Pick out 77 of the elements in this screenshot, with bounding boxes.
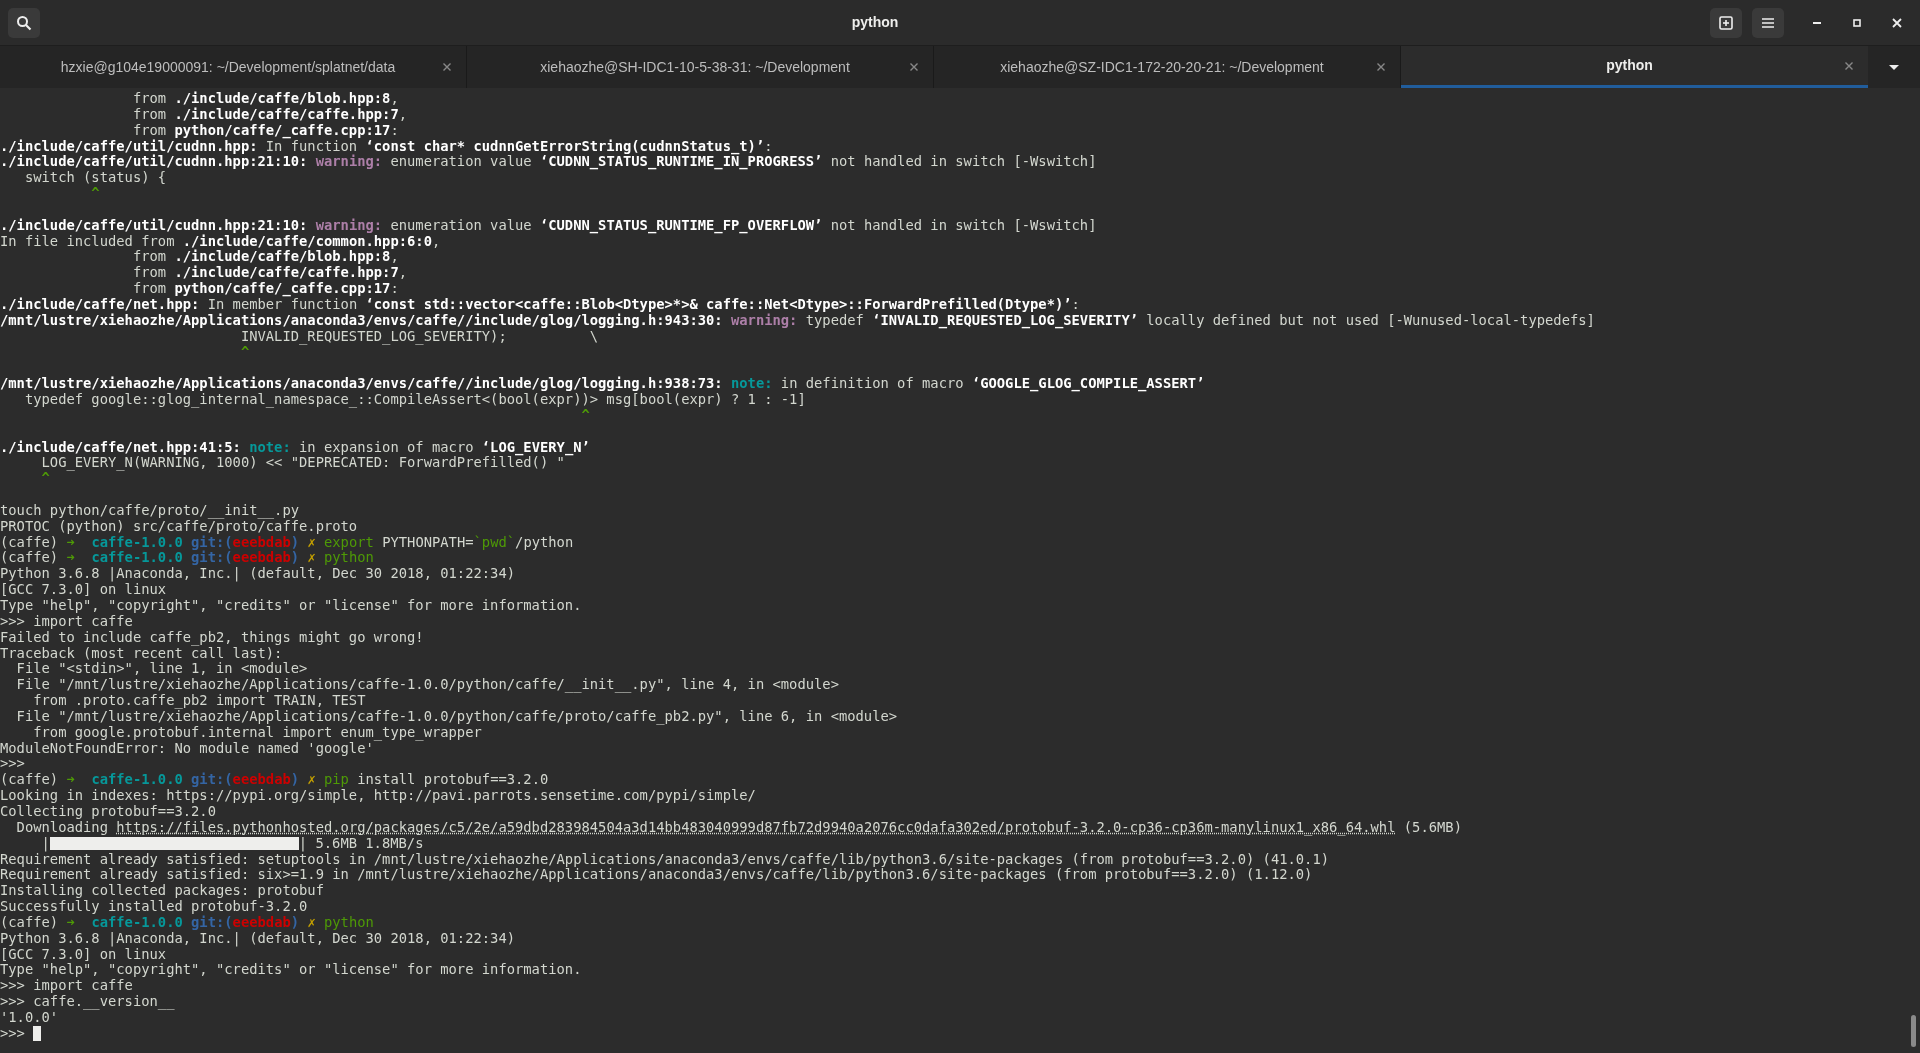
terminal-tab[interactable]: hzxie@g104e19000091: ~/Development/splatnet/data bbox=[0, 46, 467, 88]
terminal-line: ModuleNotFoundError: No module named 'google' bbox=[0, 740, 374, 757]
terminal-line: Failed to include caffe_pb2, things might go wrong! bbox=[0, 629, 424, 646]
terminal-line: Traceback (most recent call last): bbox=[0, 645, 283, 662]
terminal-line: Python 3.6.8 |Anaconda, Inc.| (default, Dec 30 2018, 01:22:34) bbox=[0, 930, 515, 947]
new-tab-icon bbox=[1718, 14, 1734, 31]
terminal-line: [GCC 7.3.0] on linux bbox=[0, 946, 167, 963]
terminal-text: | 5.6MB 1.8MB/s bbox=[298, 835, 424, 852]
terminal-line: Looking in indexes: https://pypi.org/simple, http://pavi.parrots.sensetime.com/pypi/simple/ bbox=[0, 788, 756, 804]
terminal-line: from .proto.caffe_pb2 import TRAIN, TEST bbox=[32, 693, 366, 709]
terminal-line: Python 3.6.8 |Anaconda, Inc.| (default, Dec 30 2018, 01:22:34) bbox=[0, 566, 515, 583]
terminal-line: Downloading https://files.pythonhosted.org/packages/c5/2e/a59dbd283984504a3d14bb483040999d87fb72d9940a2076cc0dafa302ed/protobuf-3.2.0-cp36-cp36m-manylinux1_x86_64.whl (5.6MB) bbox=[16, 819, 1462, 836]
terminal-line: touch python/caffe/proto/__init__.py bbox=[0, 502, 300, 519]
new-tab-button[interactable] bbox=[1710, 7, 1742, 38]
terminal-line: from python/caffe/_caffe.cpp:17: bbox=[131, 122, 399, 139]
terminal-line: /mnt/lustre/xiehaozhe/Applications/anaconda3/envs/caffe//include/glog/logging.h:938:73: note: in definition of macro ‘GOOGLE_GLOG_COMPILE_ASSERT’ bbox=[0, 376, 1205, 393]
terminal-line: ./include/caffe/util/cudnn.hpp:21:10: warning: enumeration value ‘CUDNN_STATUS_RUNTIME_IN_PROGRESS’ not handled in switch [-Wswitch] bbox=[0, 154, 1097, 171]
terminal-line: from python/caffe/_caffe.cpp:17: bbox=[131, 281, 399, 297]
terminal-line: In file included from ./include/caffe/common.hpp:6:0, bbox=[0, 233, 441, 250]
terminal-line: /mnt/lustre/xiehaozhe/Applications/anaconda3/envs/caffe//include/glog/logging.h:943:30: warning: typedef ‘INVALID_REQUESTED_LOG_SEVERITY’ locally defined but not used [-Wunused-local-typedefs] bbox=[0, 312, 1595, 329]
terminal-line: File "/mnt/lustre/xiehaozhe/Applications/caffe-1.0.0/python/caffe/__init__.py", line 4, in <module> bbox=[15, 677, 839, 694]
terminal-line: ./include/caffe/util/cudnn.hpp: In function ‘const char* cudnnGetErrorString(cudnnStatus_t)’: bbox=[0, 138, 773, 155]
terminal-line: ^ bbox=[239, 344, 250, 361]
terminal-line: from ./include/caffe/blob.hpp:8, bbox=[131, 249, 399, 266]
terminal-line: >>> import caffe bbox=[0, 978, 133, 995]
terminal-line: (caffe) ➜ caffe-1.0.0 git:(eeebdab) ✗ python bbox=[0, 914, 374, 931]
terminal-line: >>> caffe.__version__ bbox=[0, 994, 175, 1010]
terminal-line: Type "help", "copyright", "credits" or "license" for more information. bbox=[0, 598, 582, 614]
terminal-text: | bbox=[41, 835, 50, 852]
window-title: python bbox=[851, 13, 899, 32]
maximize-icon bbox=[1853, 18, 1861, 27]
terminal-line: Type "help", "copyright", "credits" or "license" for more information. bbox=[0, 962, 582, 979]
menu-button[interactable] bbox=[1752, 7, 1784, 38]
terminal-line: >>> bbox=[0, 756, 25, 773]
dropdown-caret-icon[interactable] bbox=[1888, 63, 1900, 71]
terminal-line: ^ bbox=[40, 471, 50, 488]
close-icon bbox=[1892, 17, 1902, 28]
terminal-line: '1.0.0' bbox=[0, 1009, 59, 1026]
terminal-line: Successfully installed protobuf-3.2.0 bbox=[0, 899, 308, 915]
terminal-line: Requirement already satisfied: six>=1.9 in /mnt/lustre/xiehaozhe/Applications/anaconda3/envs/caffe/lib/python3.6/site-packages (from protobuf==3.2.0) (1.12.0) bbox=[0, 867, 1313, 884]
terminal-line: Installing collected packages: protobuf bbox=[0, 883, 324, 900]
terminal-line: PROTOC (python) src/caffe/proto/caffe.proto bbox=[0, 518, 358, 535]
terminal-line: INVALID_REQUESTED_LOG_SEVERITY); \ bbox=[240, 328, 599, 345]
scrollbar-thumb[interactable] bbox=[1911, 1015, 1916, 1047]
close-icon[interactable] bbox=[1376, 62, 1386, 72]
terminal-line: (caffe) ➜ caffe-1.0.0 git:(eeebdab) ✗ export PYTHONPATH=`pwd`/python bbox=[0, 534, 574, 551]
search-icon bbox=[16, 14, 32, 31]
terminal-line: from ./include/caffe/blob.hpp:8, bbox=[131, 91, 399, 107]
terminal-line: Collecting protobuf==3.2.0 bbox=[0, 803, 216, 820]
terminal-line: from ./include/caffe/caffe.hpp:7, bbox=[131, 106, 408, 123]
terminal-line: File "<stdin>", line 1, in <module> bbox=[15, 661, 308, 678]
terminal-line: ./include/caffe/net.hpp: In member function ‘const std::vector<caffe::Blob<Dtype>*>& caffe::Net<Dtype>::ForwardPrefilled(Dtype*)’: bbox=[0, 296, 1080, 313]
terminal-line: Requirement already satisfied: setuptools in /mnt/lustre/xiehaozhe/Applications/anaconda3/envs/caffe/lib/python3.6/site-packages (from protobuf==3.2.0) (41.0.1) bbox=[0, 851, 1330, 868]
terminal-tab[interactable]: python bbox=[1401, 46, 1868, 88]
terminal-line: (caffe) ➜ caffe-1.0.0 git:(eeebdab) ✗ python bbox=[0, 550, 374, 567]
terminal-line: from ./include/caffe/caffe.hpp:7, bbox=[131, 265, 408, 282]
text-cursor bbox=[33, 1026, 42, 1042]
terminal-line: ^ bbox=[90, 186, 100, 202]
terminal-line: LOG_EVERY_N(WARNING, 1000) << "DEPRECATED: ForwardPrefilled() " bbox=[41, 455, 565, 472]
close-icon[interactable] bbox=[1844, 60, 1854, 71]
terminal-line: >>> import caffe bbox=[0, 613, 133, 630]
terminal-line: File "/mnt/lustre/xiehaozhe/Applications/caffe-1.0.0/python/caffe/proto/caffe_pb2.py", line 6, in <module> bbox=[15, 708, 898, 725]
terminal-line: from google.protobuf.internal import enum_type_wrapper bbox=[32, 724, 482, 741]
terminal-line: (caffe) ➜ caffe-1.0.0 git:(eeebdab) ✗ pip install protobuf==3.2.0 bbox=[0, 772, 549, 789]
terminal-text: >>> bbox=[0, 1025, 26, 1042]
search-button[interactable] bbox=[8, 7, 40, 38]
close-icon[interactable] bbox=[442, 62, 452, 72]
menu-icon bbox=[1761, 16, 1775, 29]
close-icon[interactable] bbox=[909, 62, 919, 72]
terminal-line: switch (status) { bbox=[23, 170, 167, 187]
terminal-line: [GCC 7.3.0] on linux bbox=[0, 582, 167, 598]
terminal-line: ./include/caffe/net.hpp:41:5: note: in expansion of macro ‘LOG_EVERY_N’ bbox=[0, 439, 590, 456]
terminal-line: ./include/caffe/util/cudnn.hpp:21:10: warning: enumeration value ‘CUDNN_STATUS_RUNTIME_FP_OVERFLOW’ not handled in switch [-Wswitch] bbox=[0, 217, 1097, 234]
terminal-line: ^ bbox=[581, 407, 590, 424]
minimize-icon bbox=[1813, 21, 1821, 24]
terminal-line: typedef google::glog_internal_namespace_::CompileAssert<(bool(expr))> msg[bool(expr) ? 1 : -1] bbox=[23, 392, 806, 408]
terminal-tab[interactable]: xiehaozhe@SH-IDC1-10-5-38-31: ~/Development bbox=[467, 46, 934, 88]
